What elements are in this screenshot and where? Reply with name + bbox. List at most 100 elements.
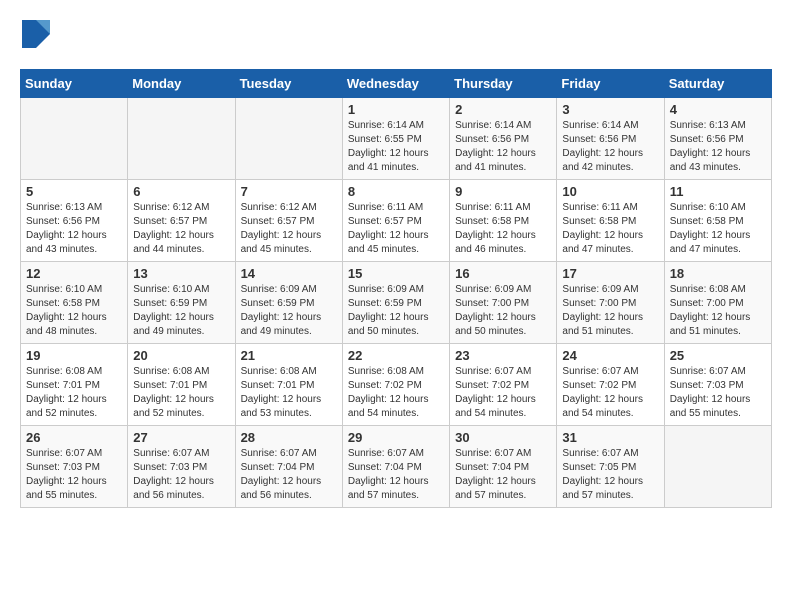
calendar-cell: 25 Sunrise: 6:07 AM Sunset: 7:03 PM Dayli… (664, 344, 771, 426)
day-info: Sunrise: 6:07 AM Sunset: 7:02 PM Dayligh… (562, 365, 658, 421)
day-info: Sunrise: 6:12 AM Sunset: 6:57 PM Dayligh… (133, 201, 229, 257)
day-number: 11 (670, 184, 766, 199)
day-info: Sunrise: 6:11 AM Sunset: 6:57 PM Dayligh… (348, 201, 444, 257)
weekday-header-wednesday: Wednesday (342, 70, 449, 98)
day-number: 17 (562, 266, 658, 281)
calendar-cell: 18 Sunrise: 6:08 AM Sunset: 7:00 PM Dayli… (664, 262, 771, 344)
day-info: Sunrise: 6:09 AM Sunset: 7:00 PM Dayligh… (562, 283, 658, 339)
calendar-cell: 22Sunrise: 6:08 AM Sunset: 7:02 PM Dayli… (342, 344, 449, 426)
day-info: Sunrise: 6:14 AM Sunset: 6:56 PM Dayligh… (455, 119, 551, 175)
calendar-cell: 14 Sunrise: 6:09 AM Sunset: 6:59 PM Dayli… (235, 262, 342, 344)
day-info: Sunrise: 6:07 AM Sunset: 7:04 PM Dayligh… (455, 447, 551, 503)
calendar-cell: 27Sunrise: 6:07 AM Sunset: 7:03 PM Dayli… (128, 426, 235, 508)
day-info: Sunrise: 6:10 AM Sunset: 6:59 PM Dayligh… (133, 283, 229, 339)
calendar-cell: 26 Sunrise: 6:07 AM Sunset: 7:03 PM Dayli… (21, 426, 128, 508)
calendar-cell (128, 98, 235, 180)
calendar-cell: 1 Sunrise: 6:14 AM Sunset: 6:55 PM Daylig… (342, 98, 449, 180)
day-number: 14 (241, 266, 337, 281)
calendar-table: SundayMondayTuesdayWednesdayThursdayFrid… (20, 69, 772, 508)
logo (20, 20, 50, 53)
calendar-week-row: 5Sunrise: 6:13 AM Sunset: 6:56 PM Daylig… (21, 180, 772, 262)
day-number: 2 (455, 102, 551, 117)
weekday-header-thursday: Thursday (450, 70, 557, 98)
weekday-header-tuesday: Tuesday (235, 70, 342, 98)
calendar-cell: 7 Sunrise: 6:12 AM Sunset: 6:57 PM Daylig… (235, 180, 342, 262)
calendar-week-row: 1 Sunrise: 6:14 AM Sunset: 6:55 PM Daylig… (21, 98, 772, 180)
calendar-cell: 9 Sunrise: 6:11 AM Sunset: 6:58 PM Daylig… (450, 180, 557, 262)
day-info: Sunrise: 6:09 AM Sunset: 6:59 PM Dayligh… (348, 283, 444, 339)
day-info: Sunrise: 6:09 AM Sunset: 6:59 PM Dayligh… (241, 283, 337, 339)
calendar-week-row: 26 Sunrise: 6:07 AM Sunset: 7:03 PM Dayli… (21, 426, 772, 508)
calendar-cell: 29Sunrise: 6:07 AM Sunset: 7:04 PM Dayli… (342, 426, 449, 508)
calendar-cell (664, 426, 771, 508)
day-info: Sunrise: 6:11 AM Sunset: 6:58 PM Dayligh… (562, 201, 658, 257)
day-info: Sunrise: 6:08 AM Sunset: 7:01 PM Dayligh… (133, 365, 229, 421)
calendar-cell: 8Sunrise: 6:11 AM Sunset: 6:57 PM Daylig… (342, 180, 449, 262)
day-number: 15 (348, 266, 444, 281)
day-number: 4 (670, 102, 766, 117)
weekday-header-saturday: Saturday (664, 70, 771, 98)
day-number: 16 (455, 266, 551, 281)
day-info: Sunrise: 6:13 AM Sunset: 6:56 PM Dayligh… (670, 119, 766, 175)
day-info: Sunrise: 6:10 AM Sunset: 6:58 PM Dayligh… (26, 283, 122, 339)
day-info: Sunrise: 6:14 AM Sunset: 6:55 PM Dayligh… (348, 119, 444, 175)
day-info: Sunrise: 6:07 AM Sunset: 7:04 PM Dayligh… (241, 447, 337, 503)
day-info: Sunrise: 6:14 AM Sunset: 6:56 PM Dayligh… (562, 119, 658, 175)
weekday-header-friday: Friday (557, 70, 664, 98)
calendar-cell: 19 Sunrise: 6:08 AM Sunset: 7:01 PM Dayli… (21, 344, 128, 426)
day-number: 29 (348, 430, 444, 445)
calendar-cell: 20 Sunrise: 6:08 AM Sunset: 7:01 PM Dayli… (128, 344, 235, 426)
day-number: 6 (133, 184, 229, 199)
calendar-cell (235, 98, 342, 180)
calendar-cell: 17 Sunrise: 6:09 AM Sunset: 7:00 PM Dayli… (557, 262, 664, 344)
day-number: 19 (26, 348, 122, 363)
day-number: 25 (670, 348, 766, 363)
day-info: Sunrise: 6:10 AM Sunset: 6:58 PM Dayligh… (670, 201, 766, 257)
day-number: 3 (562, 102, 658, 117)
day-number: 7 (241, 184, 337, 199)
calendar-cell: 10 Sunrise: 6:11 AM Sunset: 6:58 PM Dayli… (557, 180, 664, 262)
day-info: Sunrise: 6:09 AM Sunset: 7:00 PM Dayligh… (455, 283, 551, 339)
day-info: Sunrise: 6:13 AM Sunset: 6:56 PM Dayligh… (26, 201, 122, 257)
day-info: Sunrise: 6:08 AM Sunset: 7:00 PM Dayligh… (670, 283, 766, 339)
calendar-cell: 21Sunrise: 6:08 AM Sunset: 7:01 PM Dayli… (235, 344, 342, 426)
day-number: 27 (133, 430, 229, 445)
calendar-cell: 13Sunrise: 6:10 AM Sunset: 6:59 PM Dayli… (128, 262, 235, 344)
day-number: 10 (562, 184, 658, 199)
day-info: Sunrise: 6:07 AM Sunset: 7:02 PM Dayligh… (455, 365, 551, 421)
calendar-cell: 28 Sunrise: 6:07 AM Sunset: 7:04 PM Dayli… (235, 426, 342, 508)
day-info: Sunrise: 6:07 AM Sunset: 7:03 PM Dayligh… (670, 365, 766, 421)
day-number: 12 (26, 266, 122, 281)
day-info: Sunrise: 6:11 AM Sunset: 6:58 PM Dayligh… (455, 201, 551, 257)
day-number: 24 (562, 348, 658, 363)
calendar-week-row: 12 Sunrise: 6:10 AM Sunset: 6:58 PM Dayli… (21, 262, 772, 344)
weekday-header-sunday: Sunday (21, 70, 128, 98)
day-number: 1 (348, 102, 444, 117)
day-number: 23 (455, 348, 551, 363)
calendar-cell: 6 Sunrise: 6:12 AM Sunset: 6:57 PM Daylig… (128, 180, 235, 262)
day-info: Sunrise: 6:08 AM Sunset: 7:01 PM Dayligh… (26, 365, 122, 421)
calendar-cell: 15 Sunrise: 6:09 AM Sunset: 6:59 PM Dayli… (342, 262, 449, 344)
calendar-cell: 24 Sunrise: 6:07 AM Sunset: 7:02 PM Dayli… (557, 344, 664, 426)
calendar-cell: 4 Sunrise: 6:13 AM Sunset: 6:56 PM Daylig… (664, 98, 771, 180)
calendar-cell: 11 Sunrise: 6:10 AM Sunset: 6:58 PM Dayli… (664, 180, 771, 262)
day-number: 28 (241, 430, 337, 445)
day-info: Sunrise: 6:12 AM Sunset: 6:57 PM Dayligh… (241, 201, 337, 257)
calendar-cell: 5Sunrise: 6:13 AM Sunset: 6:56 PM Daylig… (21, 180, 128, 262)
day-number: 26 (26, 430, 122, 445)
weekday-header-row: SundayMondayTuesdayWednesdayThursdayFrid… (21, 70, 772, 98)
day-info: Sunrise: 6:07 AM Sunset: 7:05 PM Dayligh… (562, 447, 658, 503)
day-number: 18 (670, 266, 766, 281)
calendar-cell: 3 Sunrise: 6:14 AM Sunset: 6:56 PM Daylig… (557, 98, 664, 180)
day-number: 30 (455, 430, 551, 445)
calendar-cell: 12 Sunrise: 6:10 AM Sunset: 6:58 PM Dayli… (21, 262, 128, 344)
logo-text (20, 20, 50, 53)
day-info: Sunrise: 6:07 AM Sunset: 7:03 PM Dayligh… (26, 447, 122, 503)
day-info: Sunrise: 6:08 AM Sunset: 7:01 PM Dayligh… (241, 365, 337, 421)
day-number: 20 (133, 348, 229, 363)
calendar-cell: 31Sunrise: 6:07 AM Sunset: 7:05 PM Dayli… (557, 426, 664, 508)
logo-icon (22, 20, 50, 48)
weekday-header-monday: Monday (128, 70, 235, 98)
day-number: 9 (455, 184, 551, 199)
day-number: 22 (348, 348, 444, 363)
